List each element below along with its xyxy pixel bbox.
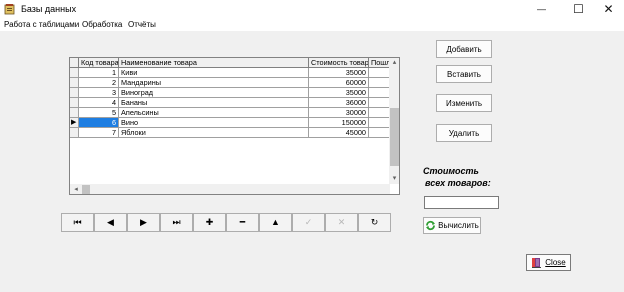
add-button[interactable]: Добавить	[436, 40, 492, 58]
row-indicator[interactable]	[70, 108, 79, 118]
cell-code[interactable]: 4	[79, 98, 119, 108]
minimize-button[interactable]: —	[525, 0, 558, 18]
total-cost-field[interactable]	[424, 196, 499, 209]
total-label-line2: всех товаров:	[425, 178, 491, 188]
nav-prior-button[interactable]: ◀	[94, 213, 127, 232]
cell-code[interactable]: 3	[79, 88, 119, 98]
nav-next-button[interactable]: ▶	[127, 213, 160, 232]
maximize-button[interactable]: ☐	[562, 0, 595, 18]
cell-price[interactable]: 45000	[309, 128, 369, 138]
refresh-icon: ↻	[370, 217, 379, 227]
vertical-scroll-thumb[interactable]	[390, 108, 399, 166]
nav-refresh-button[interactable]: ↻	[358, 213, 391, 232]
checkmark-icon: ✓	[304, 217, 313, 227]
menu-tables[interactable]: Работа с таблицами	[4, 19, 79, 30]
cell-price[interactable]: 35000	[309, 68, 369, 78]
cell-name[interactable]: Вино	[119, 118, 309, 128]
column-header-name[interactable]: Наименование товара	[119, 58, 309, 68]
nav-post-button[interactable]: ✓	[292, 213, 325, 232]
plus-icon: ✚	[205, 217, 214, 227]
row-indicator[interactable]	[70, 98, 79, 108]
last-record-icon: ⏭	[172, 217, 181, 227]
nav-first-button[interactable]: ⏮	[61, 213, 94, 232]
nav-edit-button[interactable]: ▲	[259, 213, 292, 232]
cell-price[interactable]: 35000	[309, 88, 369, 98]
cell-price[interactable]: 30000	[309, 108, 369, 118]
cell-code[interactable]: 2	[79, 78, 119, 88]
row-indicator[interactable]	[70, 78, 79, 88]
row-indicator[interactable]	[70, 128, 79, 138]
menu-reports[interactable]: Отчёты	[128, 19, 156, 30]
cell-name[interactable]: Апельсины	[119, 108, 309, 118]
scroll-up-icon[interactable]: ▴	[389, 58, 399, 68]
vertical-scrollbar[interactable]: ▴ ▾	[389, 58, 399, 184]
current-row-indicator[interactable]: ▶	[70, 118, 79, 128]
cell-name[interactable]: Виноград	[119, 88, 309, 98]
app-icon	[4, 4, 15, 15]
cell-name[interactable]: Мандарины	[119, 78, 309, 88]
close-window-button[interactable]: ✕	[592, 0, 624, 18]
nav-delete-button[interactable]: ━	[226, 213, 259, 232]
cell-price[interactable]: 150000	[309, 118, 369, 128]
cell-price[interactable]: 60000	[309, 78, 369, 88]
row-indicator[interactable]	[70, 88, 79, 98]
first-record-icon: ⏮	[73, 217, 82, 227]
cell-name[interactable]: Киви	[119, 68, 309, 78]
cell-name[interactable]: Бананы	[119, 98, 309, 108]
scroll-left-icon[interactable]: ◂	[71, 184, 81, 194]
minimize-icon: —	[537, 4, 546, 14]
close-button[interactable]: Close	[526, 254, 571, 271]
menu-processing[interactable]: Обработка	[82, 19, 122, 30]
calculate-label: Вычислить	[438, 221, 479, 230]
cell-code[interactable]: 1	[79, 68, 119, 78]
nav-last-button[interactable]: ⏭	[160, 213, 193, 232]
title-bar: Базы данных — ☐ ✕	[0, 0, 624, 18]
grid-corner	[70, 58, 79, 68]
menu-bar: Работа с таблицами Обработка Отчёты	[0, 18, 624, 32]
nav-cancel-button[interactable]: ✕	[325, 213, 358, 232]
column-header-code[interactable]: Код товара	[79, 58, 119, 68]
edit-button[interactable]: Изменить	[436, 94, 492, 112]
column-header-price[interactable]: Стоимость товара	[309, 58, 369, 68]
cell-code-selected[interactable]: 6	[79, 118, 119, 128]
close-icon: ✕	[603, 2, 614, 16]
cancel-x-icon: ✕	[337, 217, 346, 227]
calculate-button[interactable]: Вычислить	[423, 217, 481, 234]
nav-insert-button[interactable]: ✚	[193, 213, 226, 232]
row-indicator[interactable]	[70, 68, 79, 78]
door-exit-icon	[532, 258, 542, 268]
prior-record-icon: ◀	[107, 217, 114, 227]
cell-code[interactable]: 7	[79, 128, 119, 138]
recalculate-icon	[426, 220, 436, 231]
window-title: Базы данных	[21, 4, 77, 14]
total-cost-label: Стоимость всех товаров:	[423, 165, 513, 189]
total-label-line1: Стоимость	[423, 166, 479, 176]
minus-icon: ━	[239, 217, 246, 227]
cell-code[interactable]: 5	[79, 108, 119, 118]
cell-name[interactable]: Яблоки	[119, 128, 309, 138]
scroll-down-icon[interactable]: ▾	[389, 174, 399, 184]
next-record-icon: ▶	[140, 217, 147, 227]
delete-button[interactable]: Удалить	[436, 124, 492, 142]
cell-price[interactable]: 36000	[309, 98, 369, 108]
maximize-icon: ☐	[573, 2, 584, 16]
insert-button[interactable]: Вставить	[436, 65, 492, 83]
horizontal-scroll-thumb[interactable]	[82, 185, 90, 194]
data-grid[interactable]: Код товара Наименование товара Стоимость…	[69, 57, 400, 195]
edit-up-icon: ▲	[271, 217, 280, 227]
close-label: Close	[545, 258, 566, 267]
horizontal-scrollbar[interactable]: ◂	[70, 184, 390, 194]
